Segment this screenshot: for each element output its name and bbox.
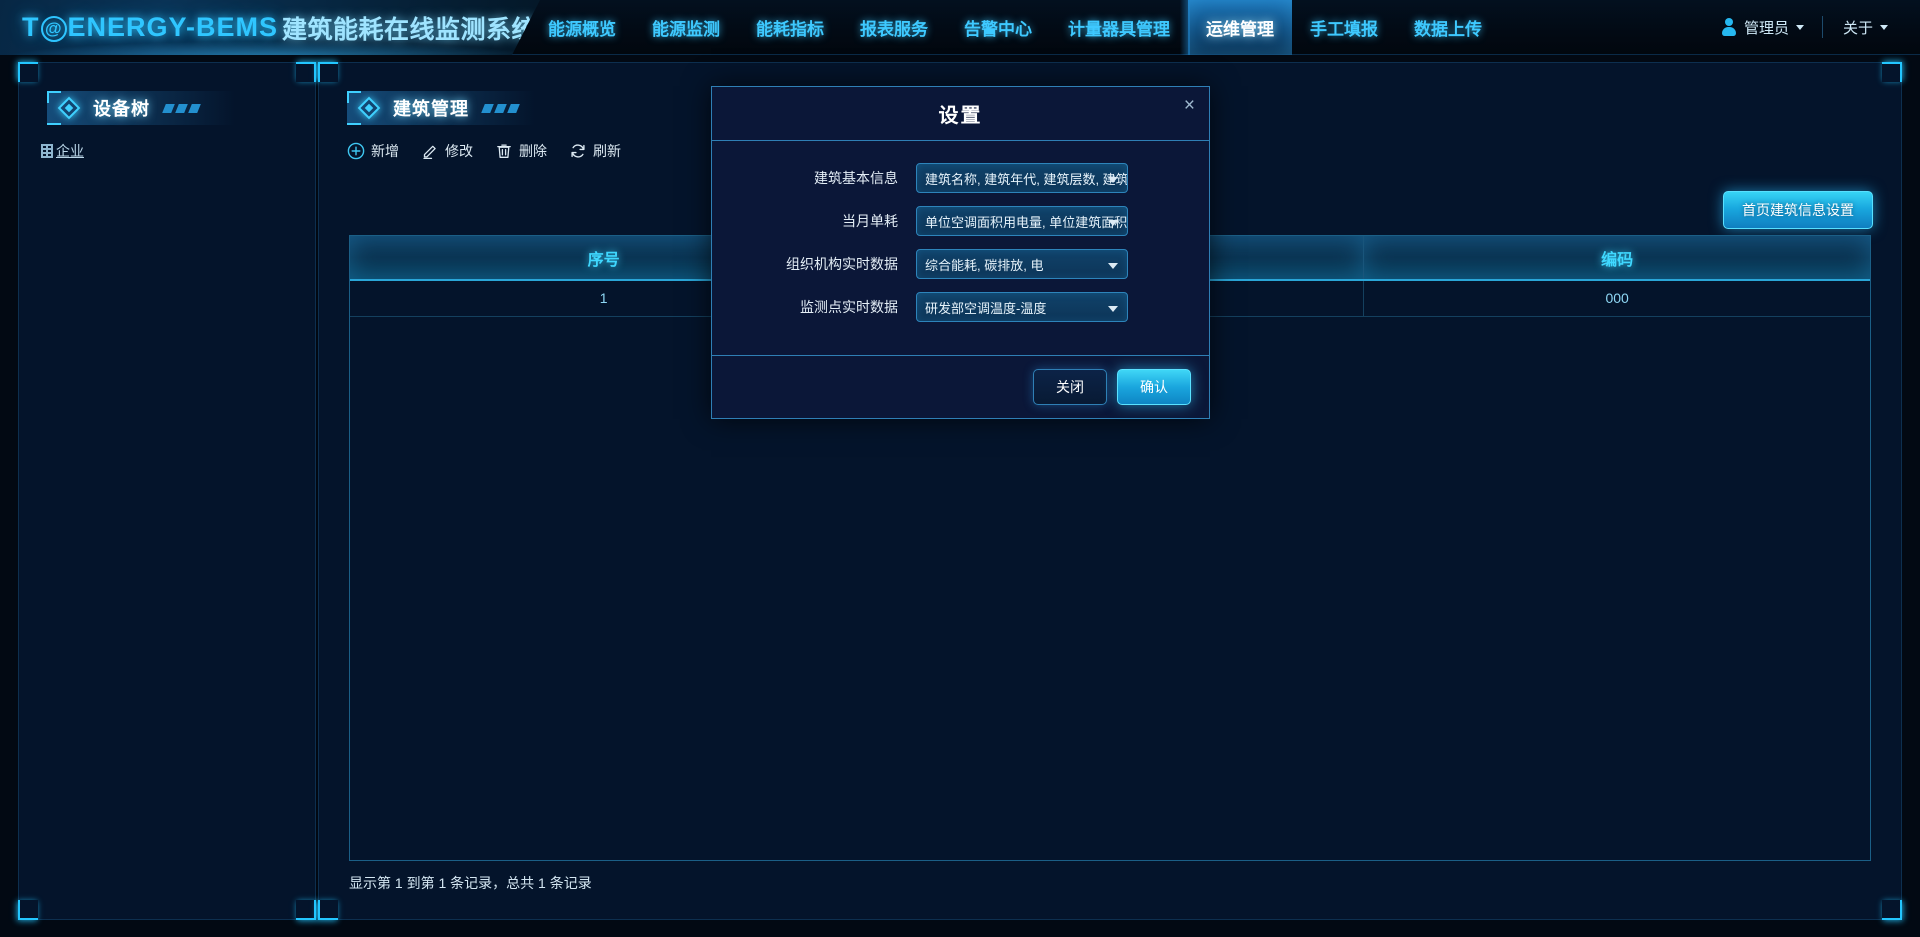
- modal-footer: 关闭 确认: [712, 355, 1209, 418]
- monthly-unit-consumption-select[interactable]: 单位空调面积用电量, 单位建筑面积用: [916, 206, 1128, 236]
- monthly-unit-consumption-label: 当月单耗: [712, 211, 916, 231]
- modal-body: 建筑基本信息 建筑名称, 建筑年代, 建筑层数, 建筑总 当月单耗 单位空调面积…: [712, 141, 1209, 355]
- settings-modal: 设置 × 建筑基本信息 建筑名称, 建筑年代, 建筑层数, 建筑总 当月单耗 单…: [711, 86, 1210, 419]
- modal-confirm-button[interactable]: 确认: [1117, 369, 1191, 405]
- chevron-down-icon: [1108, 306, 1118, 312]
- form-row-monthly-unit-consumption: 当月单耗 单位空调面积用电量, 单位建筑面积用: [712, 206, 1153, 236]
- building-basic-info-value: 建筑名称, 建筑年代, 建筑层数, 建筑总: [917, 169, 1127, 188]
- modal-close-button[interactable]: 关闭: [1033, 369, 1107, 405]
- monitor-point-realtime-data-label: 监测点实时数据: [712, 297, 916, 317]
- org-realtime-data-value: 综合能耗, 碳排放, 电: [917, 255, 1127, 274]
- modal-title: 设置: [939, 99, 983, 128]
- form-row-monitor-point-realtime-data: 监测点实时数据 研发部空调温度-温度: [712, 292, 1153, 322]
- monthly-unit-consumption-value: 单位空调面积用电量, 单位建筑面积用: [917, 212, 1127, 231]
- building-management-title: 建筑管理: [393, 95, 469, 121]
- building-basic-info-label: 建筑基本信息: [712, 168, 916, 188]
- building-basic-info-select[interactable]: 建筑名称, 建筑年代, 建筑层数, 建筑总: [916, 163, 1128, 193]
- monitor-point-realtime-data-value: 研发部空调温度-温度: [917, 298, 1127, 317]
- monitor-point-realtime-data-select[interactable]: 研发部空调温度-温度: [916, 292, 1128, 322]
- chevron-down-icon: [1108, 263, 1118, 269]
- form-row-org-realtime-data: 组织机构实时数据 综合能耗, 碳排放, 电: [712, 249, 1153, 279]
- chevron-down-icon: [1108, 220, 1118, 226]
- modal-header: 设置 ×: [712, 87, 1209, 141]
- slash-decoration-icon: [164, 104, 199, 113]
- form-row-building-basic-info: 建筑基本信息 建筑名称, 建筑年代, 建筑层数, 建筑总: [712, 163, 1153, 193]
- slash-decoration-icon: [483, 104, 518, 113]
- chevron-down-icon: [1108, 177, 1118, 183]
- close-icon[interactable]: ×: [1184, 96, 1195, 115]
- org-realtime-data-label: 组织机构实时数据: [712, 254, 916, 274]
- device-tree-title: 设备树: [93, 95, 150, 121]
- org-realtime-data-select[interactable]: 综合能耗, 碳排放, 电: [916, 249, 1128, 279]
